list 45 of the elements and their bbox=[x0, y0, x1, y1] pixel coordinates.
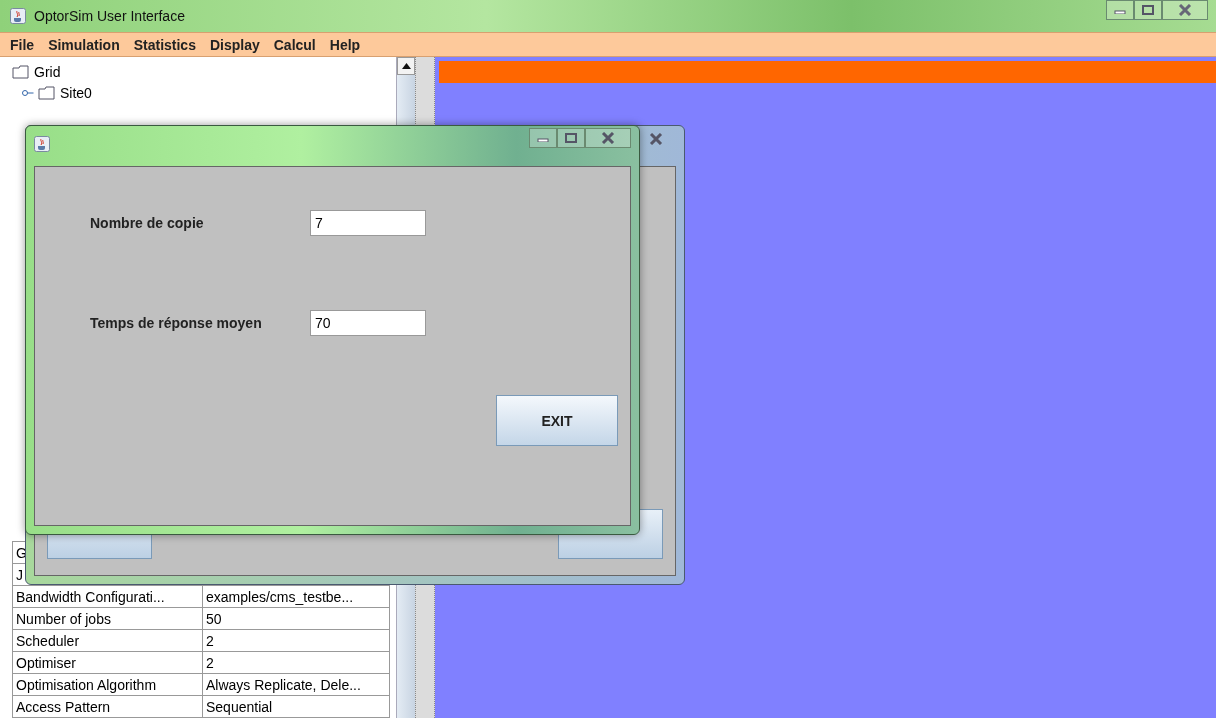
table-cell: Optimiser bbox=[16, 654, 76, 671]
menu-item[interactable]: Simulation bbox=[48, 36, 120, 53]
tree-item[interactable]: Grid bbox=[34, 63, 61, 80]
maximize-icon bbox=[1142, 5, 1154, 15]
scroll-up-button[interactable] bbox=[397, 57, 415, 75]
cup-icon bbox=[34, 136, 50, 152]
minimize-button[interactable] bbox=[529, 128, 557, 148]
close-button[interactable] bbox=[585, 128, 631, 148]
table-cell: J bbox=[16, 566, 23, 583]
expand-handle-icon[interactable] bbox=[22, 87, 34, 98]
maximize-button[interactable] bbox=[557, 128, 585, 148]
exit-button[interactable]: EXIT bbox=[496, 395, 618, 446]
minimize-button[interactable] bbox=[1106, 0, 1134, 20]
table-cell: examples/cms_testbe... bbox=[206, 588, 354, 605]
menu-item[interactable]: Calcul bbox=[273, 36, 316, 53]
table-cell: 2 bbox=[206, 632, 214, 649]
menu-item[interactable]: Display bbox=[209, 36, 260, 53]
table-cell: Access Pattern bbox=[16, 698, 111, 715]
up-arrow-icon bbox=[401, 63, 411, 69]
folder-icon bbox=[12, 64, 30, 79]
input-field[interactable]: 7 bbox=[310, 210, 426, 236]
input-field[interactable]: 70 bbox=[310, 310, 426, 336]
cup-icon bbox=[10, 8, 26, 24]
table-cell: Sequential bbox=[206, 698, 273, 715]
tree-item[interactable]: Site0 bbox=[60, 84, 92, 101]
window-title: OptorSim User Interface bbox=[34, 8, 185, 24]
folder-icon bbox=[38, 85, 56, 100]
maximize-button[interactable] bbox=[1134, 0, 1162, 20]
table-cell: Scheduler bbox=[16, 632, 80, 649]
close-icon bbox=[649, 133, 663, 145]
menu-item[interactable]: File bbox=[10, 36, 35, 53]
table-cell: Bandwidth Configurati... bbox=[16, 588, 165, 605]
field-label: Temps de réponse moyen bbox=[90, 315, 263, 331]
menu-item[interactable]: Help bbox=[329, 36, 361, 53]
close-button[interactable] bbox=[1162, 0, 1208, 20]
table-cell: Number of jobs bbox=[16, 610, 111, 627]
maximize-icon bbox=[565, 133, 577, 143]
table-cell: 2 bbox=[206, 654, 214, 671]
close-icon bbox=[601, 132, 615, 144]
field-label: Nombre de copie bbox=[90, 215, 205, 231]
table-cell: 50 bbox=[206, 610, 222, 627]
menu-item[interactable]: Statistics bbox=[133, 36, 196, 53]
close-icon bbox=[1178, 4, 1192, 16]
table-cell: Optimisation Algorithm bbox=[16, 676, 157, 693]
table-cell: Always Replicate, Dele... bbox=[206, 676, 361, 693]
